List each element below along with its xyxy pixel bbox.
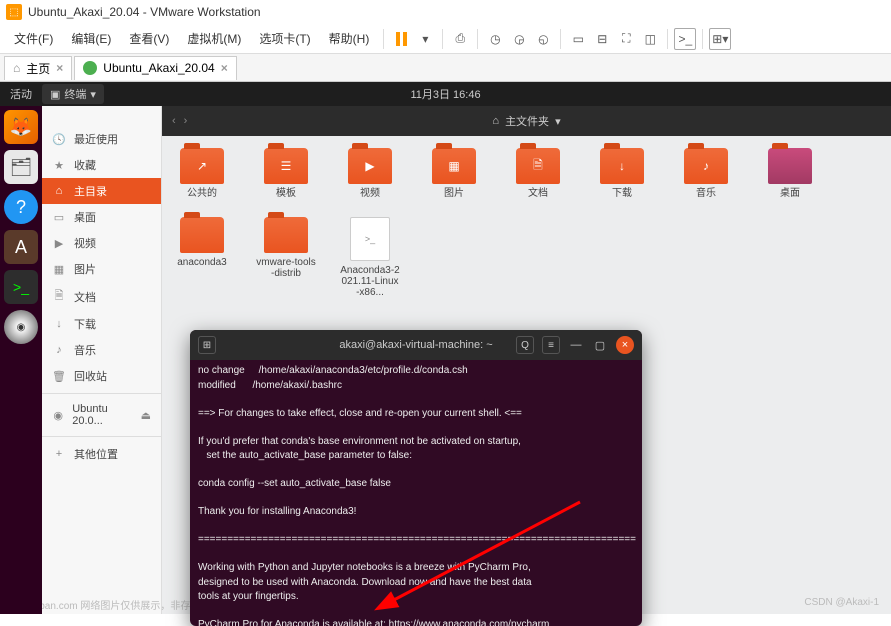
plus-icon: + bbox=[52, 448, 66, 460]
console-button[interactable]: >_ bbox=[674, 28, 696, 50]
chevron-down-icon: ▾ bbox=[555, 115, 561, 128]
snapshot-button[interactable]: ◷ bbox=[484, 28, 506, 50]
menu-edit[interactable]: 编辑(E) bbox=[63, 26, 119, 51]
home-icon: ⌂ bbox=[492, 115, 499, 127]
terminal-window[interactable]: ⊞ akaxi@akaxi-virtual-machine: ~ Q ≡ — ▢… bbox=[190, 330, 642, 626]
close-icon[interactable]: × bbox=[56, 61, 63, 75]
terminal-menu[interactable]: ▣ 终端 ▾ bbox=[42, 84, 104, 104]
files-pathbar: ‹ › ⌂ 主文件夹 ▾ bbox=[162, 106, 891, 136]
activities-button[interactable]: 活动 bbox=[10, 86, 32, 102]
menu-tabs[interactable]: 选项卡(T) bbox=[251, 26, 318, 51]
vmware-menubar: 文件(F) 编辑(E) 查看(V) 虚拟机(M) 选项卡(T) 帮助(H) ▾ … bbox=[0, 24, 891, 54]
sidebar-recent[interactable]: 🕓最近使用 bbox=[42, 126, 161, 152]
files-grid: ↗公共的 ☰模板 ▶视频 ▦图片 🗎文档 ↓下载 ♪音乐 桌面 anaconda… bbox=[162, 136, 891, 310]
clock-icon: 🕓 bbox=[52, 133, 66, 146]
send-ctrl-alt-del-button[interactable]: ⎙ bbox=[449, 28, 471, 50]
sidebar-downloads[interactable]: ↓下载 bbox=[42, 311, 161, 337]
folder-anaconda3[interactable]: anaconda3 bbox=[172, 217, 232, 298]
menu-help[interactable]: 帮助(H) bbox=[321, 26, 378, 51]
folder-downloads[interactable]: ↓下载 bbox=[592, 148, 652, 199]
dock-files[interactable]: 🗂 bbox=[4, 150, 38, 184]
sidebar-starred[interactable]: ★收藏 bbox=[42, 152, 161, 178]
maximize-button[interactable]: ▢ bbox=[592, 337, 608, 353]
vmware-tabs: 主页 × Ubuntu_Akaxi_20.04 × bbox=[0, 54, 891, 82]
star-icon: ★ bbox=[52, 159, 66, 172]
tab-vm-label: Ubuntu_Akaxi_20.04 bbox=[103, 61, 214, 75]
sidebar-pictures[interactable]: ▦图片 bbox=[42, 256, 161, 282]
ubuntu-dock: 🦊 🗂 ? A >_ ◉ bbox=[0, 82, 42, 614]
sidebar-desktop[interactable]: ▭桌面 bbox=[42, 204, 161, 230]
vmware-window-title: Ubuntu_Akaxi_20.04 - VMware Workstation bbox=[28, 5, 261, 19]
sidebar-disk[interactable]: ◉Ubuntu 20.0...⏏ bbox=[42, 398, 161, 432]
eject-icon[interactable]: ⏏ bbox=[141, 409, 151, 422]
sidebar-trash[interactable]: 🗑回收站 bbox=[42, 363, 161, 389]
home-icon: ⌂ bbox=[52, 185, 66, 197]
menu-vm[interactable]: 虚拟机(M) bbox=[179, 26, 249, 51]
document-icon: 🗎 bbox=[52, 287, 66, 306]
footer-right: CSDN @Akaxi-1 bbox=[804, 597, 879, 612]
desktop-icon: ▭ bbox=[52, 211, 66, 224]
terminal-titlebar[interactable]: ⊞ akaxi@akaxi-virtual-machine: ~ Q ≡ — ▢… bbox=[190, 330, 642, 360]
datetime-label[interactable]: 11月3日 16:46 bbox=[410, 86, 480, 102]
trash-icon: 🗑 bbox=[52, 370, 66, 383]
video-icon: ▶ bbox=[52, 237, 66, 250]
dock-disc[interactable]: ◉ bbox=[4, 310, 38, 344]
terminal-body[interactable]: no change /home/akaxi/anaconda3/etc/prof… bbox=[190, 360, 642, 626]
tab-home[interactable]: 主页 × bbox=[4, 56, 72, 80]
sidebar-other[interactable]: +其他位置 bbox=[42, 441, 161, 467]
snapshot-manage-button[interactable]: ◵ bbox=[532, 28, 554, 50]
tab-ubuntu-vm[interactable]: Ubuntu_Akaxi_20.04 × bbox=[74, 56, 236, 80]
dock-software-updater[interactable]: A bbox=[4, 230, 38, 264]
menu-button[interactable]: ≡ bbox=[542, 336, 560, 354]
sidebar-documents[interactable]: 🗎文档 bbox=[42, 282, 161, 311]
file-anaconda-installer[interactable]: >_Anaconda3-2021.11-Linux-x86... bbox=[340, 217, 400, 298]
minimize-button[interactable]: — bbox=[568, 337, 584, 353]
music-icon: ♪ bbox=[52, 344, 66, 356]
ubuntu-topbar: 活动 ▣ 终端 ▾ 11月3日 16:46 bbox=[0, 82, 891, 106]
folder-music[interactable]: ♪音乐 bbox=[676, 148, 736, 199]
ubuntu-desktop: 活动 ▣ 终端 ▾ 11月3日 16:46 🦊 🗂 ? A >_ ◉ 🕓最近使用… bbox=[0, 82, 891, 614]
folder-public[interactable]: ↗公共的 bbox=[172, 148, 232, 199]
close-icon[interactable]: × bbox=[221, 61, 228, 75]
sidebar-videos[interactable]: ▶视频 bbox=[42, 230, 161, 256]
tab-home-label: 主页 bbox=[26, 60, 50, 77]
folder-templates[interactable]: ☰模板 bbox=[256, 148, 316, 199]
terminal-icon: ▣ bbox=[50, 88, 60, 101]
view-single-button[interactable]: ▭ bbox=[567, 28, 589, 50]
stretch-button[interactable]: ⊞▾ bbox=[709, 28, 731, 50]
fullscreen-button[interactable]: ⛶ bbox=[615, 28, 637, 50]
download-icon: ↓ bbox=[52, 318, 66, 330]
dock-terminal[interactable]: >_ bbox=[4, 270, 38, 304]
folder-pictures[interactable]: ▦图片 bbox=[424, 148, 484, 199]
menu-file[interactable]: 文件(F) bbox=[6, 26, 61, 51]
folder-vmware-tools[interactable]: vmware-tools-distrib bbox=[256, 217, 316, 298]
vmware-logo-icon bbox=[6, 4, 22, 20]
nav-forward-button[interactable]: › bbox=[184, 115, 188, 127]
terminal-title: akaxi@akaxi-virtual-machine: ~ bbox=[339, 339, 492, 351]
menu-view[interactable]: 查看(V) bbox=[121, 26, 177, 51]
folder-videos[interactable]: ▶视频 bbox=[340, 148, 400, 199]
files-sidebar: 🕓最近使用 ★收藏 ⌂主目录 ▭桌面 ▶视频 ▦图片 🗎文档 ↓下载 ♪音乐 🗑… bbox=[42, 82, 162, 614]
vmware-titlebar: Ubuntu_Akaxi_20.04 - VMware Workstation bbox=[0, 0, 891, 24]
view-split-button[interactable]: ⊟ bbox=[591, 28, 613, 50]
close-button[interactable]: × bbox=[616, 336, 634, 354]
folder-documents[interactable]: 🗎文档 bbox=[508, 148, 568, 199]
new-tab-button[interactable]: ⊞ bbox=[198, 336, 216, 354]
unity-button[interactable]: ◫ bbox=[639, 28, 661, 50]
path-home[interactable]: ⌂ 主文件夹 ▾ bbox=[492, 113, 560, 129]
ubuntu-icon bbox=[83, 61, 97, 75]
pause-button[interactable] bbox=[390, 28, 412, 50]
chevron-down-icon: ▾ bbox=[90, 88, 96, 101]
sidebar-home[interactable]: ⌂主目录 bbox=[42, 178, 161, 204]
disc-icon: ◉ bbox=[52, 409, 64, 422]
dock-firefox[interactable]: 🦊 bbox=[4, 110, 38, 144]
dropdown-icon[interactable]: ▾ bbox=[414, 28, 436, 50]
nav-back-button[interactable]: ‹ bbox=[172, 115, 176, 127]
search-button[interactable]: Q bbox=[516, 336, 534, 354]
sidebar-music[interactable]: ♪音乐 bbox=[42, 337, 161, 363]
dock-help[interactable]: ? bbox=[4, 190, 38, 224]
folder-desktop[interactable]: 桌面 bbox=[760, 148, 820, 199]
picture-icon: ▦ bbox=[52, 263, 66, 276]
snapshot-revert-button[interactable]: ◶ bbox=[508, 28, 530, 50]
